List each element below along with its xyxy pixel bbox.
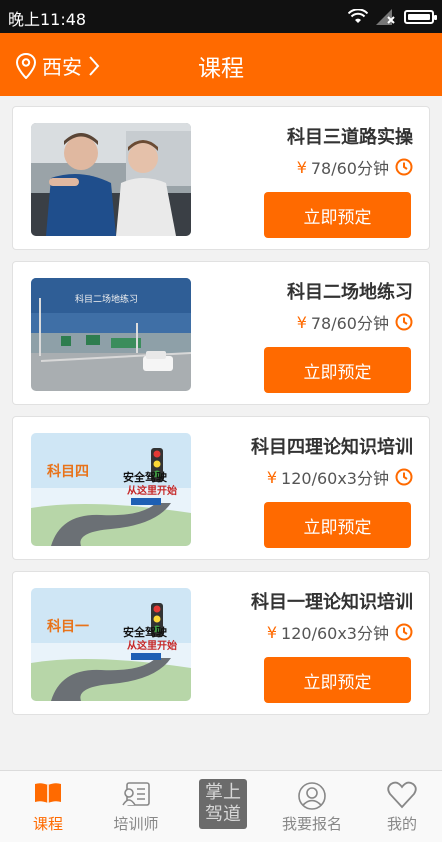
tab-label: 培训师	[113, 815, 159, 833]
yen-symbol: ¥	[266, 622, 278, 642]
course-list: 科目三道路实操 ¥ 78/60分钟 立即预定 科目二场地练习 科目二场地练习 ¥…	[12, 106, 430, 726]
course-name: 科目二场地练习	[287, 282, 413, 303]
image-caption: 科目四	[47, 463, 89, 480]
status-time: 晚上11:48	[8, 10, 87, 29]
course-card[interactable]: 科目四 安全驾驶 从这里开始 科目四理论知识培训 ¥ 120/60x3分钟 立即…	[12, 416, 430, 560]
signal-icon	[376, 9, 395, 25]
book-now-button[interactable]: 立即预定	[264, 347, 411, 393]
course-price: ¥ 78/60分钟	[297, 155, 413, 179]
book-now-button[interactable]: 立即预定	[264, 192, 411, 238]
yen-symbol: ¥	[296, 312, 307, 332]
yen-symbol: ¥	[296, 157, 307, 177]
battery-icon	[404, 10, 437, 24]
tab-courses[interactable]: 课程	[8, 771, 88, 842]
user-icon	[298, 782, 326, 810]
course-name: 科目一理论知识培训	[251, 592, 413, 613]
image-slogan: 从这里开始	[127, 639, 177, 652]
header-bar: 西安 课程	[0, 33, 442, 96]
image-caption: 科目一	[47, 618, 89, 635]
course-image-field-practice: 科目二场地练习	[31, 278, 191, 391]
price-value: 78/60分钟	[310, 159, 389, 178]
tab-register[interactable]: 我要报名	[272, 771, 352, 842]
price-value: 120/60x3分钟	[281, 624, 389, 643]
brand-stamp-text: 掌上驾道	[205, 782, 241, 825]
tab-label: 我要报名	[281, 815, 342, 833]
book-icon	[35, 783, 61, 803]
course-card[interactable]: 科目三道路实操 ¥ 78/60分钟 立即预定	[12, 106, 430, 250]
course-image-road-driving	[31, 123, 191, 236]
brand-stamp[interactable]: 掌上驾道	[199, 779, 247, 829]
image-slogan: 安全驾驶	[123, 625, 168, 639]
page-title: 课程	[198, 56, 244, 82]
book-now-button[interactable]: 立即预定	[264, 502, 411, 548]
course-price: ¥ 78/60分钟	[297, 310, 413, 334]
book-now-button[interactable]: 立即预定	[264, 657, 411, 703]
clock-icon	[395, 623, 413, 641]
bottom-tab-bar: 课程 培训师 掌上驾道 我要报名 我的	[0, 770, 442, 842]
clock-icon	[395, 468, 413, 486]
course-name: 科目三道路实操	[287, 127, 413, 148]
trainer-card-icon	[122, 782, 150, 806]
course-price: ¥ 120/60x3分钟	[267, 620, 413, 644]
tab-label: 我的	[386, 815, 417, 833]
image-slogan: 从这里开始	[127, 484, 177, 497]
tab-label: 课程	[32, 815, 63, 833]
course-name: 科目四理论知识培训	[251, 437, 413, 458]
course-card[interactable]: 科目一 安全驾驶 从这里开始 科目一理论知识培训 ¥ 120/60x3分钟 立即…	[12, 571, 430, 715]
image-caption: 科目二场地练习	[75, 293, 138, 305]
heart-icon	[387, 781, 417, 809]
course-price: ¥ 120/60x3分钟	[267, 465, 413, 489]
price-value: 120/60x3分钟	[281, 469, 389, 488]
price-value: 78/60分钟	[310, 314, 389, 333]
yen-symbol: ¥	[266, 467, 278, 487]
clock-icon	[395, 313, 413, 331]
course-image-subject-four: 科目四 安全驾驶 从这里开始	[31, 433, 191, 546]
clock-icon	[395, 158, 413, 176]
image-slogan: 安全驾驶	[123, 470, 168, 484]
tab-trainers[interactable]: 培训师	[96, 771, 176, 842]
course-card[interactable]: 科目二场地练习 科目二场地练习 ¥ 78/60分钟 立即预定	[12, 261, 430, 405]
tab-mine[interactable]: 我的	[362, 771, 442, 842]
status-bar: 晚上11:48	[0, 0, 442, 33]
status-icons	[348, 7, 437, 27]
wifi-icon	[348, 9, 368, 23]
course-image-subject-one: 科目一 安全驾驶 从这里开始	[31, 588, 191, 701]
